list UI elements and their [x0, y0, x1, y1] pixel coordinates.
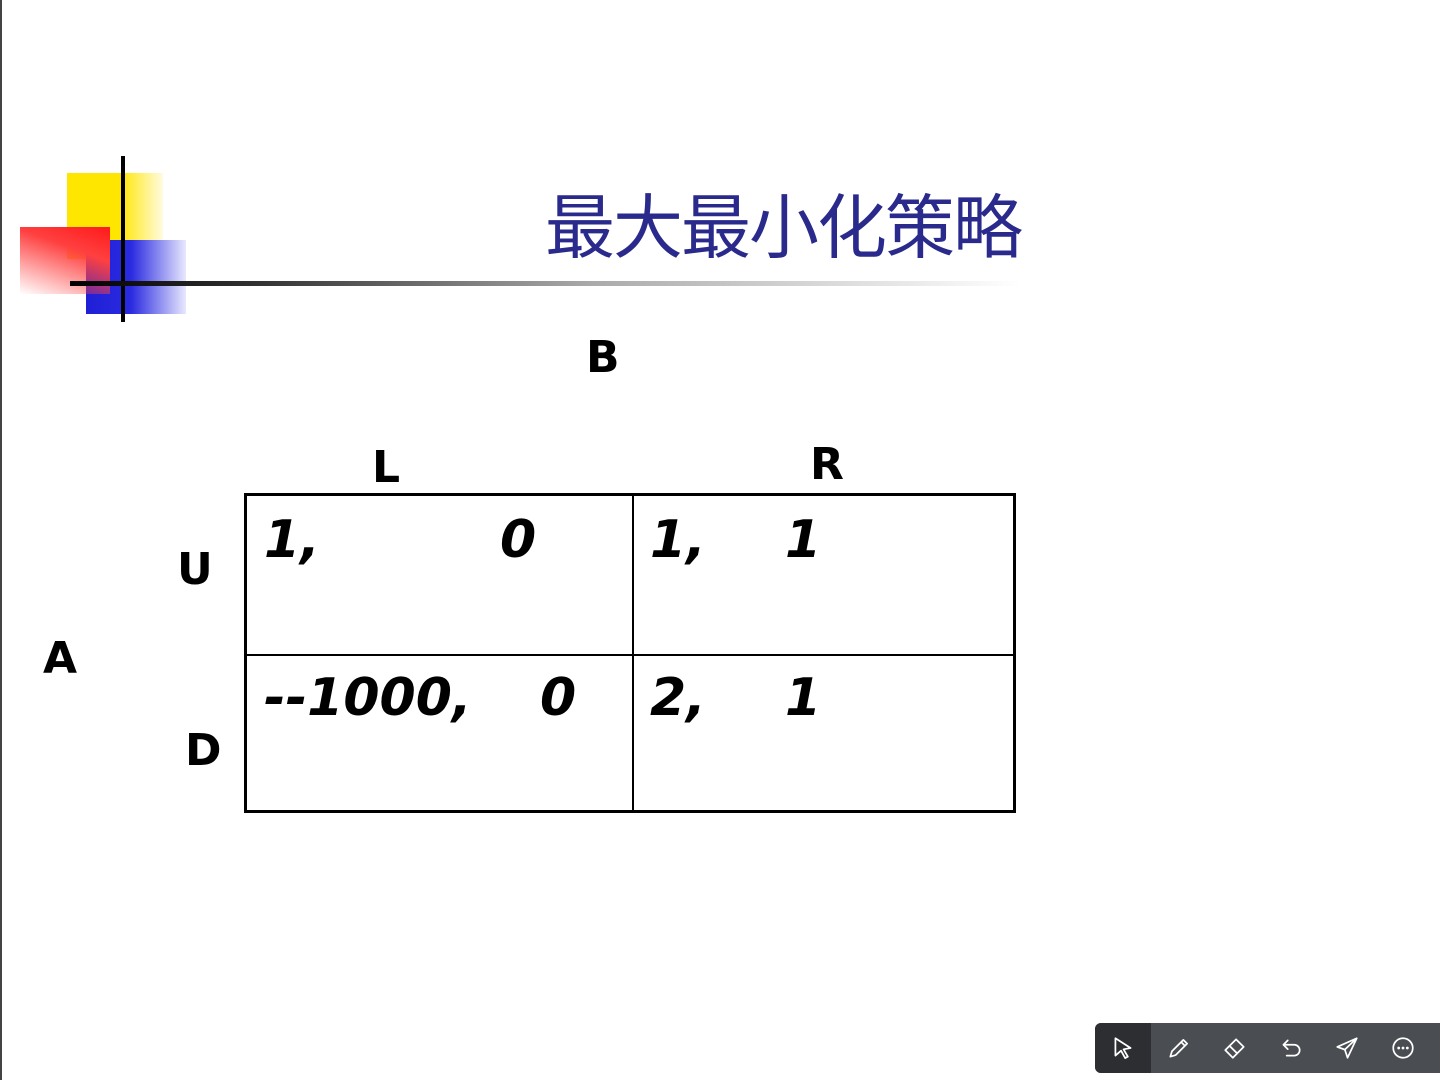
- presentation-toolbar: [1095, 1023, 1440, 1073]
- undo-icon: [1282, 1039, 1301, 1057]
- cell-dr-payoff-a: 2,: [650, 668, 706, 728]
- pen-icon: [1169, 1039, 1188, 1058]
- cell-dl-payoff-b: 0: [540, 668, 577, 728]
- cell-ur-payoff-a: 1,: [650, 510, 706, 570]
- cell-ul-payoff-a: 1,: [264, 510, 320, 570]
- eraser-tool-button[interactable]: [1207, 1023, 1263, 1073]
- pointer-icon: [1114, 1037, 1132, 1059]
- send-tool-button[interactable]: [1319, 1023, 1375, 1073]
- cell-ur-payoff-b: 1: [785, 510, 822, 570]
- column-label-l: L: [372, 442, 401, 493]
- cell-dr-payoff-b: 1: [785, 668, 822, 728]
- player-b-label: B: [586, 332, 620, 383]
- more-tool-button[interactable]: [1375, 1023, 1431, 1073]
- send-icon: [1336, 1037, 1358, 1059]
- logo-vertical-line: [121, 156, 125, 322]
- slide-title: 最大最小化策略: [545, 187, 1023, 269]
- column-label-r: R: [810, 439, 844, 490]
- cell-dl-payoff-a: --1000,: [264, 668, 472, 728]
- player-a-label: A: [43, 633, 78, 684]
- more-icon: [1392, 1037, 1414, 1059]
- undo-tool-button[interactable]: [1263, 1023, 1319, 1073]
- matrix-vertical-divider: [632, 496, 634, 810]
- pointer-tool-button[interactable]: [1095, 1023, 1151, 1073]
- eraser-icon: [1224, 1038, 1245, 1059]
- payoff-matrix: [244, 493, 1016, 813]
- row-label-d: D: [185, 725, 222, 776]
- matrix-horizontal-divider: [247, 654, 1013, 656]
- row-label-u: U: [177, 544, 213, 595]
- pen-tool-button[interactable]: [1151, 1023, 1207, 1073]
- title-underline: [70, 281, 1020, 286]
- cell-ul-payoff-b: 0: [500, 510, 537, 570]
